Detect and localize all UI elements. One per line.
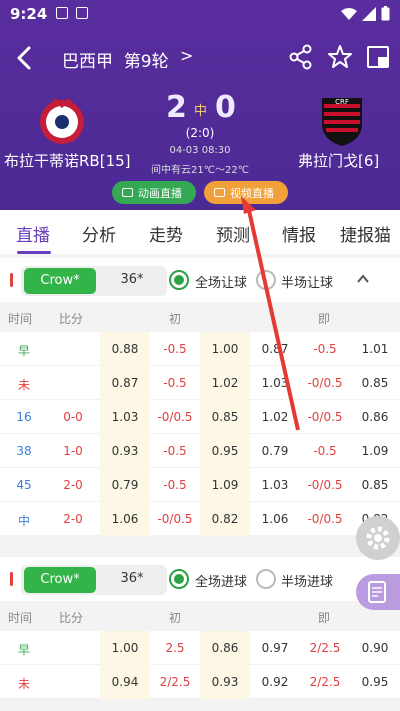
red-annotation-arrow: [241, 196, 300, 431]
